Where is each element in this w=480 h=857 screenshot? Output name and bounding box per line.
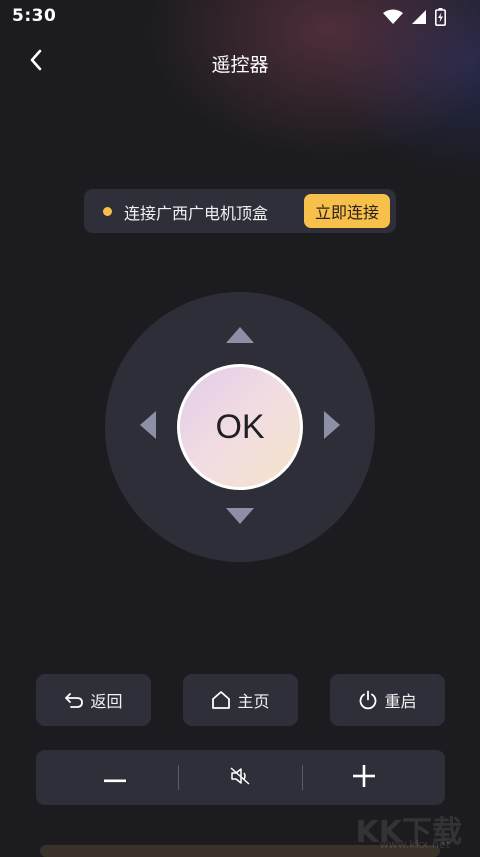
dpad-up-button[interactable] [220,317,260,357]
volume-up-button[interactable] [304,750,424,805]
restart-label: 重启 [384,692,417,711]
status-bar: 5:30 [0,0,480,34]
watermark-url: www.kkx.net [379,838,450,851]
triangle-down-icon [224,506,256,530]
home-icon [211,690,231,710]
signal-icon [411,9,427,29]
connection-status-text: 连接广西广电机顶盒 [124,204,269,223]
home-label: 主页 [237,692,270,711]
undo-arrow-icon [64,691,84,709]
app-header: 遥控器 [0,40,480,84]
divider [178,765,179,790]
power-icon [358,690,378,710]
mute-button[interactable] [180,750,300,805]
volume-down-button[interactable] [55,750,175,805]
minus-icon [104,768,126,787]
mute-icon [229,766,251,790]
page-title: 遥控器 [211,54,269,76]
divider [302,765,303,790]
status-dot [103,207,112,216]
connect-now-button[interactable]: 立即连接 [304,194,390,228]
triangle-up-icon [224,325,256,349]
triangle-right-icon [322,409,342,445]
return-button[interactable]: 返回 [36,674,151,726]
connection-bar: 连接广西广电机顶盒 立即连接 [84,189,396,233]
triangle-left-icon [138,409,158,445]
restart-button[interactable]: 重启 [330,674,445,726]
volume-bar [36,750,445,805]
dpad-right-button[interactable] [312,407,352,447]
plus-icon [353,764,375,791]
home-button[interactable]: 主页 [183,674,298,726]
return-label: 返回 [90,692,123,711]
wifi-icon [383,9,403,29]
status-time: 5:30 [12,6,57,26]
ok-button[interactable]: OK [177,364,303,490]
dpad-down-button[interactable] [220,498,260,538]
battery-icon [435,8,446,30]
ok-label: OK [215,407,265,446]
dpad: OK [105,292,375,562]
status-icons [383,8,446,30]
dpad-left-button[interactable] [128,407,168,447]
